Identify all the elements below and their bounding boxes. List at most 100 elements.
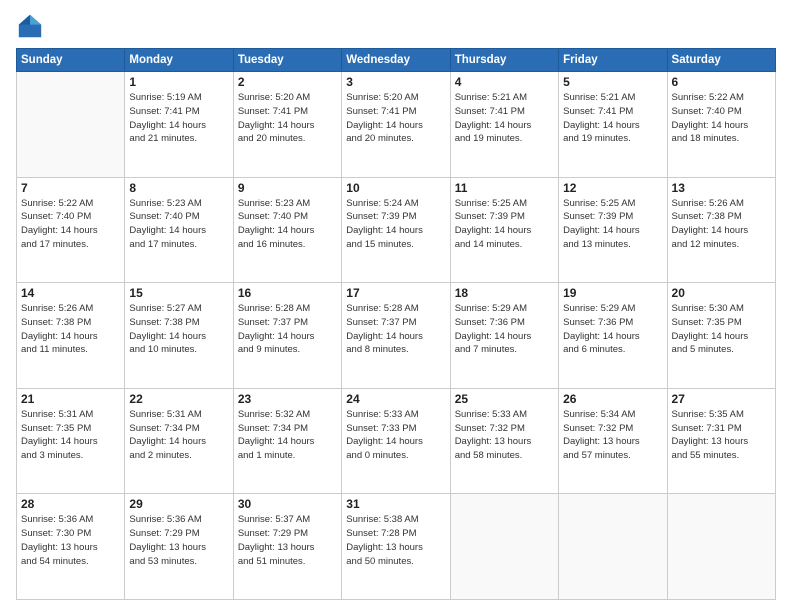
day-number: 17 (346, 286, 445, 300)
calendar-cell: 20 Sunrise: 5:30 AM Sunset: 7:35 PM Dayli… (667, 283, 775, 389)
calendar-cell: 6 Sunrise: 5:22 AM Sunset: 7:40 PM Daylig… (667, 72, 775, 178)
day-number: 14 (21, 286, 120, 300)
day-info: Sunrise: 5:33 AM Sunset: 7:32 PM Dayligh… (455, 408, 554, 463)
day-info: Sunrise: 5:20 AM Sunset: 7:41 PM Dayligh… (238, 91, 337, 146)
day-number: 6 (672, 75, 771, 89)
day-info: Sunrise: 5:35 AM Sunset: 7:31 PM Dayligh… (672, 408, 771, 463)
logo (16, 12, 48, 40)
calendar-cell: 14 Sunrise: 5:26 AM Sunset: 7:38 PM Dayli… (17, 283, 125, 389)
calendar-cell: 28Sunrise: 5:36 AM Sunset: 7:30 PM Dayli… (17, 494, 125, 600)
day-info: Sunrise: 5:23 AM Sunset: 7:40 PM Dayligh… (129, 197, 228, 252)
calendar-table: SundayMondayTuesdayWednesdayThursdayFrid… (16, 48, 776, 600)
day-number: 27 (672, 392, 771, 406)
day-number: 31 (346, 497, 445, 511)
day-info: Sunrise: 5:25 AM Sunset: 7:39 PM Dayligh… (455, 197, 554, 252)
day-info: Sunrise: 5:36 AM Sunset: 7:29 PM Dayligh… (129, 513, 228, 568)
day-number: 21 (21, 392, 120, 406)
day-number: 18 (455, 286, 554, 300)
header (16, 12, 776, 40)
day-info: Sunrise: 5:23 AM Sunset: 7:40 PM Dayligh… (238, 197, 337, 252)
calendar-cell: 8 Sunrise: 5:23 AM Sunset: 7:40 PM Daylig… (125, 177, 233, 283)
calendar-cell: 12 Sunrise: 5:25 AM Sunset: 7:39 PM Dayli… (559, 177, 667, 283)
day-info: Sunrise: 5:37 AM Sunset: 7:29 PM Dayligh… (238, 513, 337, 568)
day-info: Sunrise: 5:29 AM Sunset: 7:36 PM Dayligh… (563, 302, 662, 357)
calendar-cell: 26 Sunrise: 5:34 AM Sunset: 7:32 PM Dayli… (559, 388, 667, 494)
calendar-cell: 24Sunrise: 5:33 AM Sunset: 7:33 PM Dayli… (342, 388, 450, 494)
day-info: Sunrise: 5:24 AM Sunset: 7:39 PM Dayligh… (346, 197, 445, 252)
calendar-cell: 4Sunrise: 5:21 AM Sunset: 7:41 PM Daylig… (450, 72, 558, 178)
calendar-cell: 1 Sunrise: 5:19 AM Sunset: 7:41 PM Daylig… (125, 72, 233, 178)
calendar-week-row: 1 Sunrise: 5:19 AM Sunset: 7:41 PM Daylig… (17, 72, 776, 178)
day-info: Sunrise: 5:25 AM Sunset: 7:39 PM Dayligh… (563, 197, 662, 252)
day-number: 11 (455, 181, 554, 195)
day-number: 28 (21, 497, 120, 511)
calendar-cell: 7 Sunrise: 5:22 AM Sunset: 7:40 PM Daylig… (17, 177, 125, 283)
day-number: 15 (129, 286, 228, 300)
day-header-friday: Friday (559, 49, 667, 72)
day-info: Sunrise: 5:34 AM Sunset: 7:32 PM Dayligh… (563, 408, 662, 463)
day-number: 20 (672, 286, 771, 300)
day-header-thursday: Thursday (450, 49, 558, 72)
day-info: Sunrise: 5:22 AM Sunset: 7:40 PM Dayligh… (672, 91, 771, 146)
day-number: 5 (563, 75, 662, 89)
day-number: 30 (238, 497, 337, 511)
day-number: 2 (238, 75, 337, 89)
day-number: 23 (238, 392, 337, 406)
day-header-tuesday: Tuesday (233, 49, 341, 72)
day-number: 24 (346, 392, 445, 406)
calendar-cell: 13Sunrise: 5:26 AM Sunset: 7:38 PM Dayli… (667, 177, 775, 283)
day-info: Sunrise: 5:26 AM Sunset: 7:38 PM Dayligh… (672, 197, 771, 252)
calendar-cell: 25 Sunrise: 5:33 AM Sunset: 7:32 PM Dayli… (450, 388, 558, 494)
day-info: Sunrise: 5:28 AM Sunset: 7:37 PM Dayligh… (346, 302, 445, 357)
day-info: Sunrise: 5:21 AM Sunset: 7:41 PM Dayligh… (563, 91, 662, 146)
calendar-cell: 21 Sunrise: 5:31 AM Sunset: 7:35 PM Dayli… (17, 388, 125, 494)
day-header-sunday: Sunday (17, 49, 125, 72)
day-number: 8 (129, 181, 228, 195)
day-number: 19 (563, 286, 662, 300)
calendar-cell: 9 Sunrise: 5:23 AM Sunset: 7:40 PM Daylig… (233, 177, 341, 283)
calendar-cell: 2 Sunrise: 5:20 AM Sunset: 7:41 PM Daylig… (233, 72, 341, 178)
day-info: Sunrise: 5:32 AM Sunset: 7:34 PM Dayligh… (238, 408, 337, 463)
day-info: Sunrise: 5:38 AM Sunset: 7:28 PM Dayligh… (346, 513, 445, 568)
calendar-cell: 19 Sunrise: 5:29 AM Sunset: 7:36 PM Dayli… (559, 283, 667, 389)
day-info: Sunrise: 5:19 AM Sunset: 7:41 PM Dayligh… (129, 91, 228, 146)
calendar-week-row: 7 Sunrise: 5:22 AM Sunset: 7:40 PM Daylig… (17, 177, 776, 283)
calendar-cell: 22Sunrise: 5:31 AM Sunset: 7:34 PM Dayli… (125, 388, 233, 494)
day-number: 12 (563, 181, 662, 195)
day-info: Sunrise: 5:31 AM Sunset: 7:34 PM Dayligh… (129, 408, 228, 463)
calendar-cell: 10 Sunrise: 5:24 AM Sunset: 7:39 PM Dayli… (342, 177, 450, 283)
day-header-monday: Monday (125, 49, 233, 72)
calendar-header-row: SundayMondayTuesdayWednesdayThursdayFrid… (17, 49, 776, 72)
day-info: Sunrise: 5:29 AM Sunset: 7:36 PM Dayligh… (455, 302, 554, 357)
calendar-week-row: 14 Sunrise: 5:26 AM Sunset: 7:38 PM Dayli… (17, 283, 776, 389)
day-number: 9 (238, 181, 337, 195)
day-number: 3 (346, 75, 445, 89)
calendar-cell: 15Sunrise: 5:27 AM Sunset: 7:38 PM Dayli… (125, 283, 233, 389)
calendar-cell: 3 Sunrise: 5:20 AM Sunset: 7:41 PM Daylig… (342, 72, 450, 178)
day-number: 26 (563, 392, 662, 406)
calendar-cell (667, 494, 775, 600)
calendar-week-row: 21 Sunrise: 5:31 AM Sunset: 7:35 PM Dayli… (17, 388, 776, 494)
calendar-cell: 27 Sunrise: 5:35 AM Sunset: 7:31 PM Dayli… (667, 388, 775, 494)
page: SundayMondayTuesdayWednesdayThursdayFrid… (0, 0, 792, 612)
day-info: Sunrise: 5:28 AM Sunset: 7:37 PM Dayligh… (238, 302, 337, 357)
calendar-cell: 17 Sunrise: 5:28 AM Sunset: 7:37 PM Dayli… (342, 283, 450, 389)
calendar-cell: 30 Sunrise: 5:37 AM Sunset: 7:29 PM Dayli… (233, 494, 341, 600)
calendar-cell: 16Sunrise: 5:28 AM Sunset: 7:37 PM Dayli… (233, 283, 341, 389)
day-number: 25 (455, 392, 554, 406)
calendar-cell: 5 Sunrise: 5:21 AM Sunset: 7:41 PM Daylig… (559, 72, 667, 178)
day-header-saturday: Saturday (667, 49, 775, 72)
day-info: Sunrise: 5:20 AM Sunset: 7:41 PM Dayligh… (346, 91, 445, 146)
day-info: Sunrise: 5:22 AM Sunset: 7:40 PM Dayligh… (21, 197, 120, 252)
calendar-cell: 11 Sunrise: 5:25 AM Sunset: 7:39 PM Dayli… (450, 177, 558, 283)
day-number: 29 (129, 497, 228, 511)
calendar-cell (559, 494, 667, 600)
calendar-week-row: 28Sunrise: 5:36 AM Sunset: 7:30 PM Dayli… (17, 494, 776, 600)
day-number: 1 (129, 75, 228, 89)
day-info: Sunrise: 5:30 AM Sunset: 7:35 PM Dayligh… (672, 302, 771, 357)
day-number: 7 (21, 181, 120, 195)
day-info: Sunrise: 5:31 AM Sunset: 7:35 PM Dayligh… (21, 408, 120, 463)
day-info: Sunrise: 5:26 AM Sunset: 7:38 PM Dayligh… (21, 302, 120, 357)
day-number: 10 (346, 181, 445, 195)
calendar-cell: 18 Sunrise: 5:29 AM Sunset: 7:36 PM Dayli… (450, 283, 558, 389)
